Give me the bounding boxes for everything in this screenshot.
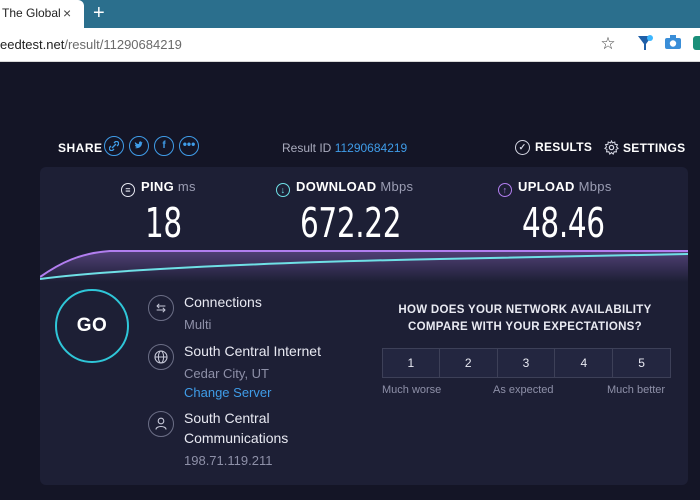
rating-scale: 1 2 3 4 5 [382, 348, 671, 378]
url-text[interactable]: eedtest.net/result/11290684219 [0, 37, 182, 52]
download-header: ↓ DOWNLOAD Mbps [276, 179, 440, 197]
survey-question: HOW DOES YOUR NETWORK AVAILABILITY COMPA… [380, 302, 670, 336]
funnel-icon[interactable] [635, 34, 655, 54]
connections-title: Connections [184, 294, 262, 310]
rating-button-3[interactable]: 3 [497, 348, 556, 378]
globe-icon [148, 344, 174, 370]
survey-question-line1: HOW DOES YOUR NETWORK AVAILABILITY [398, 304, 652, 316]
star-icon[interactable]: ☆ [598, 34, 618, 54]
twitter-icon[interactable] [129, 136, 149, 156]
address-bar[interactable]: eedtest.net/result/11290684219 ☆ [0, 28, 700, 62]
go-button[interactable]: GO [55, 289, 129, 363]
more-icon[interactable]: ••• [179, 136, 199, 156]
share-label: SHARE [58, 141, 103, 155]
rating-button-1[interactable]: 1 [382, 348, 440, 378]
results-label: RESULTS [535, 140, 593, 154]
ping-icon: ≡ [121, 183, 135, 197]
facebook-icon[interactable]: f [154, 136, 174, 156]
server-name: South Central Internet [184, 343, 321, 359]
download-unit: Mbps [380, 179, 414, 194]
rating-button-4[interactable]: 4 [555, 348, 614, 378]
upload-label: UPLOAD [518, 179, 575, 194]
gear-icon [604, 139, 619, 158]
browser-tab[interactable]: The Global × [0, 0, 84, 28]
settings-link[interactable]: SETTINGS [604, 139, 686, 158]
result-id-label: Result ID [282, 141, 332, 155]
connections-icon: ⇆ [148, 295, 174, 321]
change-server-link[interactable]: Change Server [184, 385, 271, 400]
result-panel: ≡ PING ms 18 ↓ DOWNLOAD Mbps 672.22 ↑ UPLOA… [40, 167, 688, 485]
upload-unit: Mbps [578, 179, 612, 194]
user-icon [148, 411, 174, 437]
rating-button-5[interactable]: 5 [613, 348, 671, 378]
download-label: DOWNLOAD [296, 179, 377, 194]
isp-name-line1: South Central [184, 410, 270, 426]
upload-header: ↑ UPLOAD Mbps [498, 179, 637, 197]
download-arrow-icon: ↓ [276, 183, 290, 197]
extension-icon[interactable] [689, 34, 700, 54]
ping-unit: ms [177, 179, 196, 194]
speed-graph [40, 250, 688, 282]
check-circle-icon: ✓ [515, 140, 530, 156]
browser-tab-bar: The Global × + [0, 0, 700, 28]
survey-question-line2: COMPARE WITH YOUR EXPECTATIONS? [408, 321, 642, 333]
url-host: eedtest.net [0, 37, 65, 52]
camera-icon[interactable] [663, 34, 683, 54]
scale-mid-label: As expected [493, 384, 554, 396]
result-id: Result ID 11290684219 [282, 141, 407, 155]
new-tab-icon[interactable]: + [93, 0, 105, 26]
upload-arrow-icon: ↑ [498, 183, 512, 197]
results-link[interactable]: ✓ RESULTS [515, 140, 593, 156]
rating-button-2[interactable]: 2 [439, 348, 498, 378]
close-tab-icon[interactable]: × [63, 0, 71, 26]
ip-address: 198.71.119.211 [184, 453, 273, 468]
ping-header: ≡ PING ms [121, 179, 196, 197]
tab-title: The Global [2, 6, 61, 20]
scale-high-label: Much better [607, 384, 666, 396]
scale-low-label: Much worse [382, 384, 442, 396]
link-icon[interactable] [104, 136, 124, 156]
server-location: Cedar City, UT [184, 366, 269, 381]
settings-label: SETTINGS [623, 141, 686, 156]
url-path: /result/11290684219 [64, 37, 182, 52]
result-header: SHARE f ••• Result ID 11290684219 ✓ RESUL… [0, 130, 700, 164]
isp-name-line2: Communications [184, 430, 289, 446]
ping-label: PING [141, 179, 174, 194]
connections-value[interactable]: Multi [184, 317, 211, 332]
result-id-number[interactable]: 11290684219 [335, 141, 408, 155]
